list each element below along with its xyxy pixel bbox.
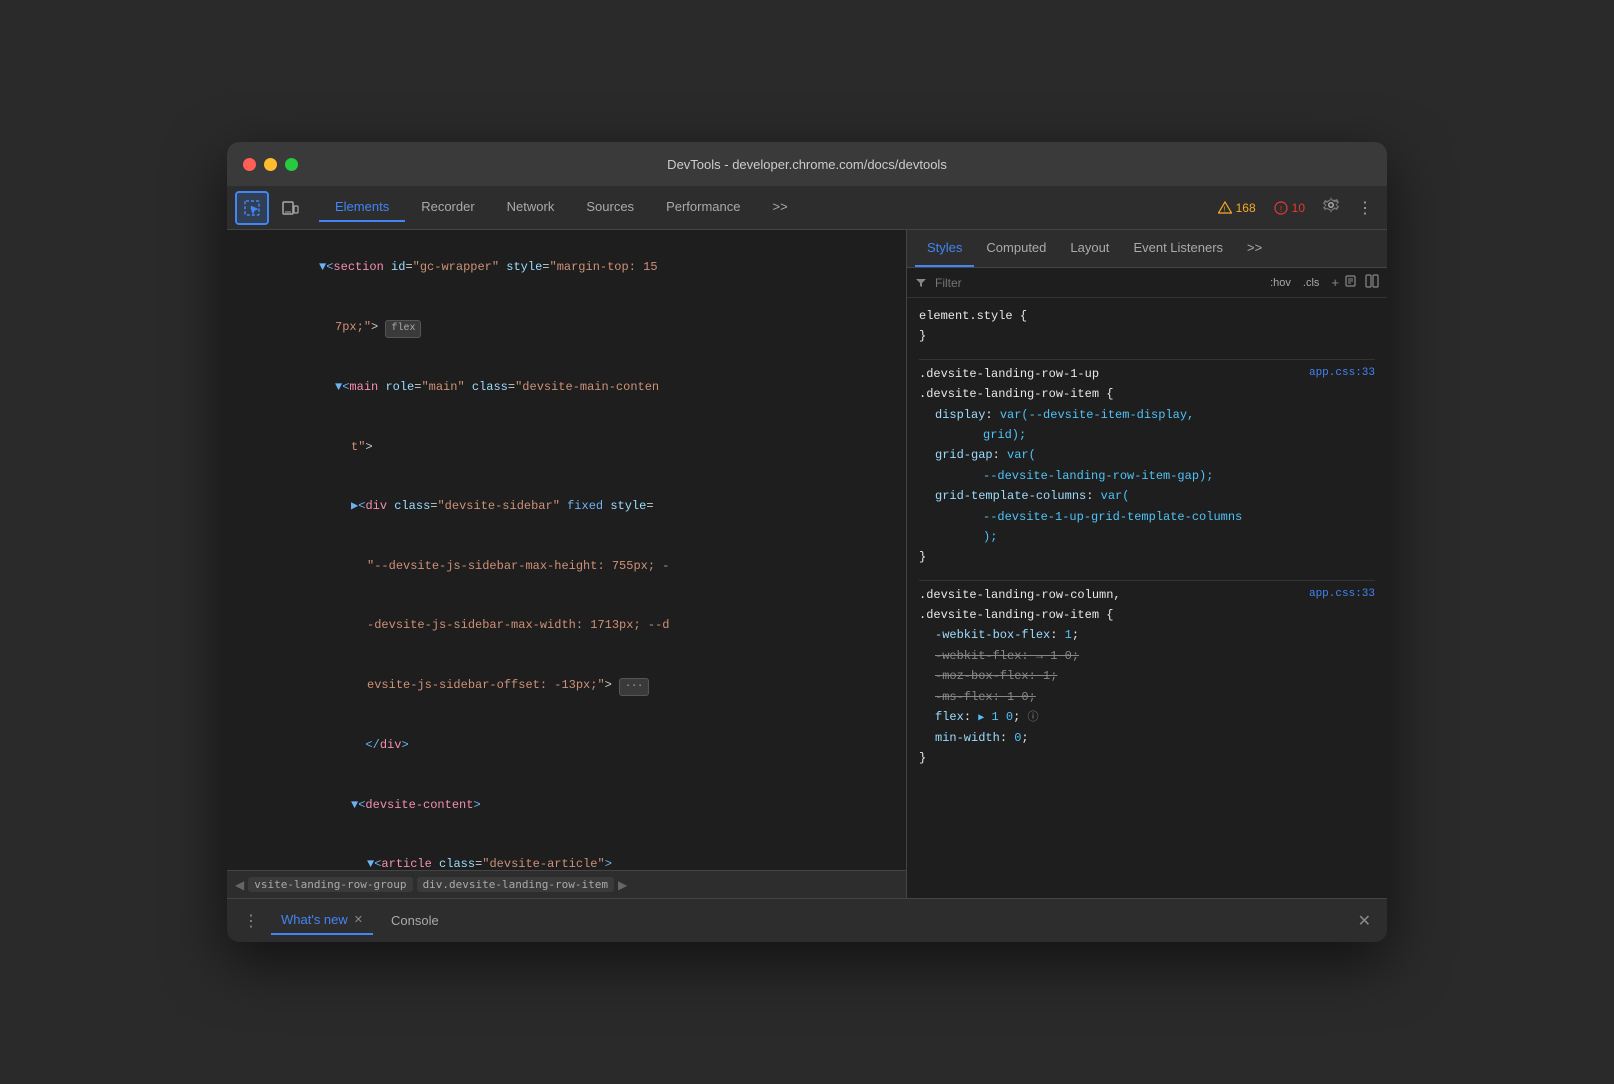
style-prop-grid-gap-cont: --devsite-landing-row-item-gap); <box>935 466 1375 486</box>
whats-new-close[interactable]: ✕ <box>354 913 363 926</box>
element-line[interactable]: -devsite-js-sidebar-max-width: 1713px; -… <box>227 596 906 656</box>
main-toolbar: Elements Recorder Network Sources Perfor… <box>227 186 1387 230</box>
elements-panel: ▼<section id="gc-wrapper" style="margin-… <box>227 230 907 898</box>
style-prop-display: display: var(--devsite-item-display, <box>935 405 1375 425</box>
settings-button[interactable] <box>1317 193 1345 222</box>
more-right-tabs[interactable]: >> <box>1235 230 1274 267</box>
bottom-drawer: ⋮ What's new ✕ Console ✕ <box>227 898 1387 942</box>
element-line[interactable]: </div> <box>227 716 906 776</box>
style-props-2: -webkit-box-flex: 1; -webkit-flex: → 1 0… <box>919 625 1375 748</box>
style-source-2[interactable]: app.css:33 .devsite-landing-row-column, … <box>919 585 1375 626</box>
element-line[interactable]: ▼<article class="devsite-article"> <box>227 835 906 870</box>
more-options-button[interactable]: ⋮ <box>1351 194 1379 222</box>
style-block-column: app.css:33 .devsite-landing-row-column, … <box>919 585 1375 769</box>
computed-sidebar-button[interactable] <box>1365 274 1379 291</box>
style-prop-grid-gap: grid-gap: var( <box>935 445 1375 465</box>
maximize-button[interactable] <box>285 158 298 171</box>
device-toolbar-button[interactable] <box>273 191 307 225</box>
toolbar-right: ! 168 ! 10 ⋮ <box>1212 193 1379 222</box>
tab-network[interactable]: Network <box>491 193 571 222</box>
warning-count: 168 <box>1236 201 1256 215</box>
style-prop-ms-flex: -ms-flex: 1 0; <box>935 687 1375 707</box>
style-prop-min-width: min-width: 0; <box>935 728 1375 748</box>
element-line[interactable]: ▼<section id="gc-wrapper" style="margin-… <box>227 238 906 298</box>
element-line[interactable]: ▼<devsite-content> <box>227 776 906 836</box>
main-content: ▼<section id="gc-wrapper" style="margin-… <box>227 230 1387 898</box>
console-label: Console <box>391 913 439 928</box>
svg-text:!: ! <box>1280 205 1282 214</box>
style-prop-grid-template: grid-template-columns: var( <box>935 486 1375 506</box>
inspect-element-button[interactable] <box>235 191 269 225</box>
breadcrumb-forward[interactable]: ▶ <box>618 878 627 892</box>
style-prop-grid-template-cont: --devsite-1-up-grid-template-columns <box>935 507 1375 527</box>
title-bar: DevTools - developer.chrome.com/docs/dev… <box>227 142 1387 186</box>
tab-recorder[interactable]: Recorder <box>405 193 490 222</box>
elements-tree[interactable]: ▼<section id="gc-wrapper" style="margin-… <box>227 230 906 870</box>
divider2 <box>919 580 1375 581</box>
breadcrumb-item-2[interactable]: div.devsite-landing-row-item <box>417 877 614 892</box>
style-props-1: display: var(--devsite-item-display, gri… <box>919 405 1375 548</box>
main-tab-bar: Elements Recorder Network Sources Perfor… <box>311 193 1208 222</box>
tab-sources[interactable]: Sources <box>570 193 650 222</box>
styles-panel: Styles Computed Layout Event Listeners >… <box>907 230 1387 898</box>
divider <box>919 359 1375 360</box>
style-prop-display-cont: grid); <box>935 425 1375 445</box>
styles-filter-bar: :hov .cls + <box>907 268 1387 298</box>
window-title: DevTools - developer.chrome.com/docs/dev… <box>667 157 947 172</box>
error-count: 10 <box>1292 201 1305 215</box>
svg-text:!: ! <box>1223 206 1225 213</box>
minimize-button[interactable] <box>264 158 277 171</box>
more-tabs-button[interactable]: >> <box>756 193 803 222</box>
filter-icon <box>915 277 927 289</box>
hov-button[interactable]: :hov <box>1266 275 1295 291</box>
element-line[interactable]: evsite-js-sidebar-offset: -13px;"> ··· <box>227 656 906 716</box>
style-close: } <box>919 326 1375 346</box>
element-line[interactable]: 7px;"> flex <box>227 298 906 358</box>
style-block-element: element.style { } <box>919 306 1375 347</box>
breadcrumb-bar: ◀ vsite-landing-row-group div.devsite-la… <box>227 870 906 898</box>
drawer-tab-whats-new[interactable]: What's new ✕ <box>271 906 373 935</box>
close-button[interactable] <box>243 158 256 171</box>
tab-layout[interactable]: Layout <box>1058 230 1121 267</box>
style-close-1: } <box>919 547 1375 567</box>
cls-button[interactable]: .cls <box>1299 275 1324 291</box>
styles-action-icons: + <box>1331 274 1379 291</box>
element-line[interactable]: "--devsite-js-sidebar-max-height: 755px;… <box>227 537 906 597</box>
style-prop-grid-template-end: ); <box>935 527 1375 547</box>
element-line[interactable]: t"> <box>227 418 906 478</box>
right-tabs: Styles Computed Layout Event Listeners >… <box>907 230 1387 268</box>
element-line[interactable]: ▼<main role="main" class="devsite-main-c… <box>227 358 906 418</box>
tab-elements[interactable]: Elements <box>319 193 405 222</box>
traffic-lights <box>243 158 298 171</box>
drawer-tab-console[interactable]: Console <box>381 907 449 934</box>
style-selector: element.style { <box>919 306 1375 326</box>
pseudo-buttons: :hov .cls <box>1266 275 1323 291</box>
style-prop-moz-box-flex: -moz-box-flex: 1; <box>935 666 1375 686</box>
style-close-2: } <box>919 748 1375 768</box>
style-block-1up: app.css:33 .devsite-landing-row-1-up .de… <box>919 364 1375 568</box>
devtools-window: DevTools - developer.chrome.com/docs/dev… <box>227 142 1387 942</box>
close-drawer-button[interactable]: ✕ <box>1354 907 1375 935</box>
style-prop-flex[interactable]: flex: ▶ 1 0; ⓘ <box>935 707 1375 728</box>
styles-content[interactable]: element.style { } app.css:33 .devsite-la… <box>907 298 1387 898</box>
style-prop-webkit-flex: -webkit-flex: → 1 0; <box>935 646 1375 666</box>
whats-new-label: What's new <box>281 912 348 927</box>
styles-filter-input[interactable] <box>935 276 1258 290</box>
breadcrumb-back[interactable]: ◀ <box>235 878 244 892</box>
style-source-1[interactable]: app.css:33 .devsite-landing-row-1-up .de… <box>919 364 1375 405</box>
toggle-stylesheet-button[interactable] <box>1345 274 1359 291</box>
tab-styles[interactable]: Styles <box>915 230 974 267</box>
tab-event-listeners[interactable]: Event Listeners <box>1121 230 1235 267</box>
tab-computed[interactable]: Computed <box>974 230 1058 267</box>
breadcrumb-item-1[interactable]: vsite-landing-row-group <box>248 877 412 892</box>
style-prop-webkit-box-flex: -webkit-box-flex: 1; <box>935 625 1375 645</box>
element-line[interactable]: ▶<div class="devsite-sidebar" fixed styl… <box>227 477 906 537</box>
error-badge[interactable]: ! 10 <box>1268 199 1311 217</box>
add-style-button[interactable]: + <box>1331 275 1339 290</box>
drawer-menu-button[interactable]: ⋮ <box>239 907 263 935</box>
warning-badge[interactable]: ! 168 <box>1212 199 1262 217</box>
tab-performance[interactable]: Performance <box>650 193 756 222</box>
